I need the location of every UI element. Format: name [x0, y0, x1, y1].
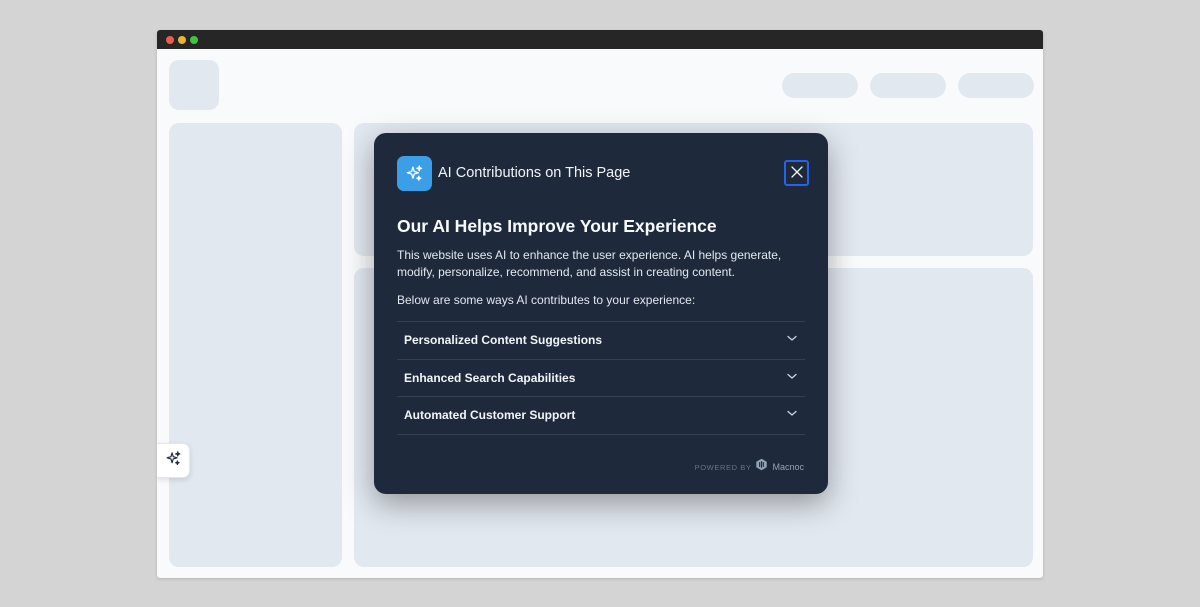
close-window-dot[interactable] — [166, 36, 174, 44]
accordion-item-personalized-content[interactable]: Personalized Content Suggestions — [397, 322, 805, 360]
brand-name: Macnoc — [772, 462, 804, 472]
accordion-item-customer-support[interactable]: Automated Customer Support — [397, 397, 805, 435]
powered-by-footer[interactable]: POWERED BY Macnoc — [695, 458, 804, 476]
sparkles-icon — [165, 450, 182, 472]
dialog-subheading: Below are some ways AI contributes to yo… — [397, 293, 696, 307]
chevron-down-icon — [786, 406, 798, 424]
ai-features-accordion: Personalized Content Suggestions Enhance… — [397, 321, 805, 435]
chevron-down-icon — [786, 331, 798, 349]
ai-info-button[interactable] — [157, 443, 190, 478]
window-titlebar — [157, 30, 1043, 49]
maximize-window-dot[interactable] — [190, 36, 198, 44]
dialog-header-title: AI Contributions on This Page — [438, 165, 631, 181]
nav-placeholder-3 — [958, 73, 1034, 98]
chevron-down-icon — [786, 369, 798, 387]
sparkles-icon — [397, 156, 432, 191]
accordion-item-enhanced-search[interactable]: Enhanced Search Capabilities — [397, 360, 805, 397]
minimize-window-dot[interactable] — [178, 36, 186, 44]
nav-placeholder-1 — [782, 73, 858, 98]
ai-contributions-dialog: AI Contributions on This Page Our AI Hel… — [374, 133, 828, 494]
accordion-item-label: Automated Customer Support — [404, 408, 576, 423]
close-button[interactable] — [784, 160, 809, 186]
accordion-item-label: Personalized Content Suggestions — [404, 333, 603, 348]
sidebar-placeholder — [169, 123, 342, 567]
macnoc-logo-icon — [755, 458, 768, 476]
powered-by-label: POWERED BY — [694, 462, 752, 472]
nav-placeholder-2 — [870, 73, 946, 98]
accordion-item-label: Enhanced Search Capabilities — [404, 370, 576, 385]
dialog-heading: Our AI Helps Improve Your Experience — [397, 216, 717, 236]
close-icon — [790, 165, 803, 181]
logo-placeholder — [169, 60, 219, 110]
dialog-description: This website uses AI to enhance the user… — [397, 248, 782, 279]
